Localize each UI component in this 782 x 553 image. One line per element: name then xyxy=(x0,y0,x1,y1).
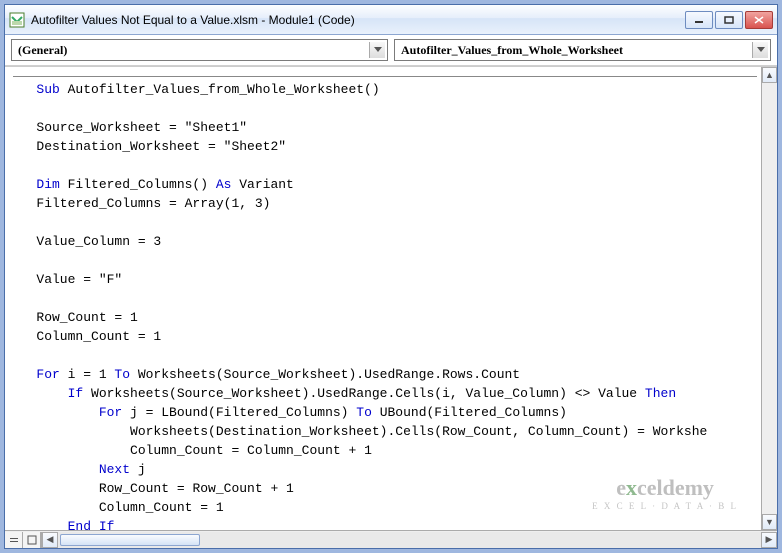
horizontal-scrollbar[interactable]: ◀ ▶ xyxy=(41,532,777,548)
procedure-dropdown-value: Autofilter_Values_from_Whole_Worksheet xyxy=(401,43,623,58)
procedure-view-button[interactable] xyxy=(5,532,23,548)
chevron-down-icon xyxy=(752,42,768,58)
scroll-right-button[interactable]: ▶ xyxy=(761,532,777,548)
vertical-scrollbar[interactable]: ▲ ▼ xyxy=(761,67,777,530)
code-editor[interactable]: Sub Autofilter_Values_from_Whole_Workshe… xyxy=(5,67,761,530)
object-proc-selectors: (General) Autofilter_Values_from_Whole_W… xyxy=(5,35,777,66)
scroll-down-button[interactable]: ▼ xyxy=(762,514,777,530)
procedure-dropdown[interactable]: Autofilter_Values_from_Whole_Worksheet xyxy=(394,39,771,61)
code-area: Sub Autofilter_Values_from_Whole_Workshe… xyxy=(5,66,777,530)
scroll-up-button[interactable]: ▲ xyxy=(762,67,777,83)
titlebar: Autofilter Values Not Equal to a Value.x… xyxy=(5,5,777,35)
vba-module-icon xyxy=(9,12,25,28)
minimize-button[interactable] xyxy=(685,11,713,29)
window-title: Autofilter Values Not Equal to a Value.x… xyxy=(31,13,685,27)
scroll-left-button[interactable]: ◀ xyxy=(42,532,58,548)
window-buttons xyxy=(685,11,773,29)
object-dropdown[interactable]: (General) xyxy=(11,39,388,61)
scroll-thumb[interactable] xyxy=(60,534,200,546)
full-module-view-button[interactable] xyxy=(23,532,41,548)
bottom-bar: ◀ ▶ xyxy=(5,530,777,548)
object-dropdown-value: (General) xyxy=(18,43,67,58)
close-button[interactable] xyxy=(745,11,773,29)
maximize-button[interactable] xyxy=(715,11,743,29)
code-window: Autofilter Values Not Equal to a Value.x… xyxy=(4,4,778,549)
chevron-down-icon xyxy=(369,42,385,58)
